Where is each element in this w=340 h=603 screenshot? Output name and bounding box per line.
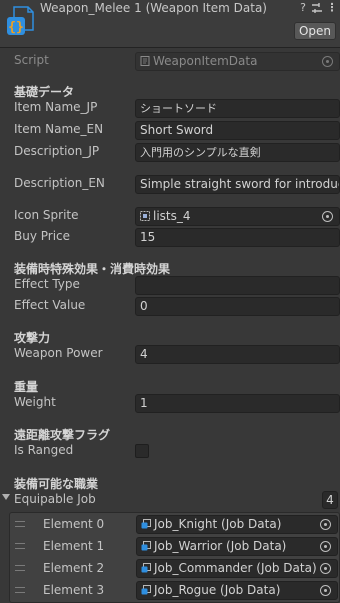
is-ranged-checkbox[interactable] <box>135 444 149 458</box>
is-ranged-label: Is Ranged <box>14 443 74 457</box>
drag-handle-icon[interactable] <box>15 587 25 593</box>
more-icon[interactable]: ⋮ <box>326 2 338 14</box>
element-label: Element 3 <box>43 583 105 597</box>
asset-title: Weapon_Melee 1 (Weapon Item Data) <box>40 1 267 15</box>
script-label: Script <box>14 53 49 67</box>
buy-price-label: Buy Price <box>14 229 71 243</box>
object-picker-icon <box>322 56 333 67</box>
object-picker-icon[interactable] <box>322 211 333 222</box>
list-element: Element 0 Job_Knight (Job Data) <box>10 514 340 536</box>
scriptable-object-small-icon <box>141 563 151 573</box>
inspector-header: {} Weapon_Melee 1 (Weapon Item Data) ? ⋮… <box>0 0 340 48</box>
scriptable-object-small-icon <box>141 519 151 529</box>
weight-field[interactable]: 1 <box>135 394 340 413</box>
is-ranged-row: Is Ranged <box>0 441 340 461</box>
description-jp-label: Description_JP <box>14 144 100 158</box>
object-picker-icon[interactable] <box>320 541 331 552</box>
list-element: Element 2 Job_Commander (Job Data) <box>10 558 340 580</box>
effect-value-field[interactable]: 0 <box>135 297 340 316</box>
script-row: Script WeaponItemData <box>0 51 340 71</box>
scriptable-object-small-icon <box>141 541 151 551</box>
item-name-jp-label: Item Name_JP <box>14 100 98 114</box>
item-name-jp-row: Item Name_JP ショートソード <box>0 98 340 118</box>
element-value: Job_Commander (Job Data) <box>154 561 317 575</box>
effect-type-row: Effect Type <box>0 275 340 295</box>
element-object-field[interactable]: Job_Rogue (Job Data) <box>136 581 338 600</box>
preset-icon[interactable] <box>311 2 323 14</box>
icon-sprite-field[interactable]: lists_4 <box>135 207 340 226</box>
description-en-field[interactable]: Simple straight sword for introduct <box>135 175 340 194</box>
item-name-en-row: Item Name_EN Short Sword <box>0 120 340 140</box>
description-jp-row: Description_JP 入門用のシンプルな直剣 <box>0 142 340 162</box>
scriptable-object-icon: {} <box>7 6 34 35</box>
description-en-row: Description_EN Simple straight sword for… <box>0 174 340 194</box>
scriptable-object-small-icon <box>141 585 151 595</box>
element-label: Element 1 <box>43 539 105 553</box>
drag-handle-icon[interactable] <box>15 543 25 549</box>
object-picker-icon[interactable] <box>320 585 331 596</box>
element-value: Job_Rogue (Job Data) <box>154 583 281 597</box>
weapon-power-field[interactable]: 4 <box>135 345 340 364</box>
item-name-jp-field[interactable]: ショートソード <box>135 99 340 118</box>
effect-type-label: Effect Type <box>14 277 80 291</box>
equipable-job-row[interactable]: Equipable Job 4 <box>0 490 340 510</box>
description-jp-field[interactable]: 入門用のシンプルな直剣 <box>135 143 340 162</box>
object-picker-icon[interactable] <box>320 519 331 530</box>
svg-text:{}: {} <box>8 20 24 35</box>
list-element: Element 1 Job_Warrior (Job Data) <box>10 536 340 558</box>
buy-price-row: Buy Price 15 <box>0 227 340 247</box>
weapon-power-label: Weapon Power <box>14 346 103 360</box>
drag-handle-icon[interactable] <box>15 521 25 527</box>
effect-type-field[interactable] <box>135 276 340 295</box>
equipable-job-list: Element 0 Job_Knight (Job Data) Element … <box>9 512 340 603</box>
script-value: WeaponItemData <box>153 54 258 68</box>
script-file-icon <box>140 56 150 66</box>
element-object-field[interactable]: Job_Knight (Job Data) <box>136 515 338 534</box>
buy-price-field[interactable]: 15 <box>135 228 340 247</box>
icon-sprite-value: lists_4 <box>153 209 191 223</box>
icon-sprite-label: Icon Sprite <box>14 208 79 222</box>
element-value: Job_Knight (Job Data) <box>154 517 282 531</box>
help-icon[interactable]: ? <box>297 2 309 14</box>
list-size-field[interactable]: 4 <box>322 491 338 509</box>
element-object-field[interactable]: Job_Commander (Job Data) <box>136 559 338 578</box>
drag-handle-icon[interactable] <box>15 565 25 571</box>
item-name-en-field[interactable]: Short Sword <box>135 121 340 140</box>
weight-label: Weight <box>14 395 56 409</box>
sprite-icon <box>140 211 150 221</box>
effect-value-label: Effect Value <box>14 298 86 312</box>
open-button[interactable]: Open <box>294 22 336 40</box>
weapon-power-row: Weapon Power 4 <box>0 344 340 364</box>
effect-value-row: Effect Value 0 <box>0 296 340 316</box>
description-en-label: Description_EN <box>14 176 105 190</box>
script-field: WeaponItemData <box>135 52 340 71</box>
element-value: Job_Warrior (Job Data) <box>154 539 287 553</box>
equipable-job-label[interactable]: Equipable Job <box>14 492 96 506</box>
weight-row: Weight 1 <box>0 393 340 413</box>
item-name-en-label: Item Name_EN <box>14 122 104 136</box>
list-element: Element 3 Job_Rogue (Job Data) <box>10 580 340 602</box>
object-picker-icon[interactable] <box>320 563 331 574</box>
element-object-field[interactable]: Job_Warrior (Job Data) <box>136 537 338 556</box>
icon-sprite-row: Icon Sprite lists_4 <box>0 206 340 226</box>
element-label: Element 2 <box>43 561 105 575</box>
element-label: Element 0 <box>43 517 105 531</box>
foldout-arrow-icon[interactable] <box>2 494 10 500</box>
